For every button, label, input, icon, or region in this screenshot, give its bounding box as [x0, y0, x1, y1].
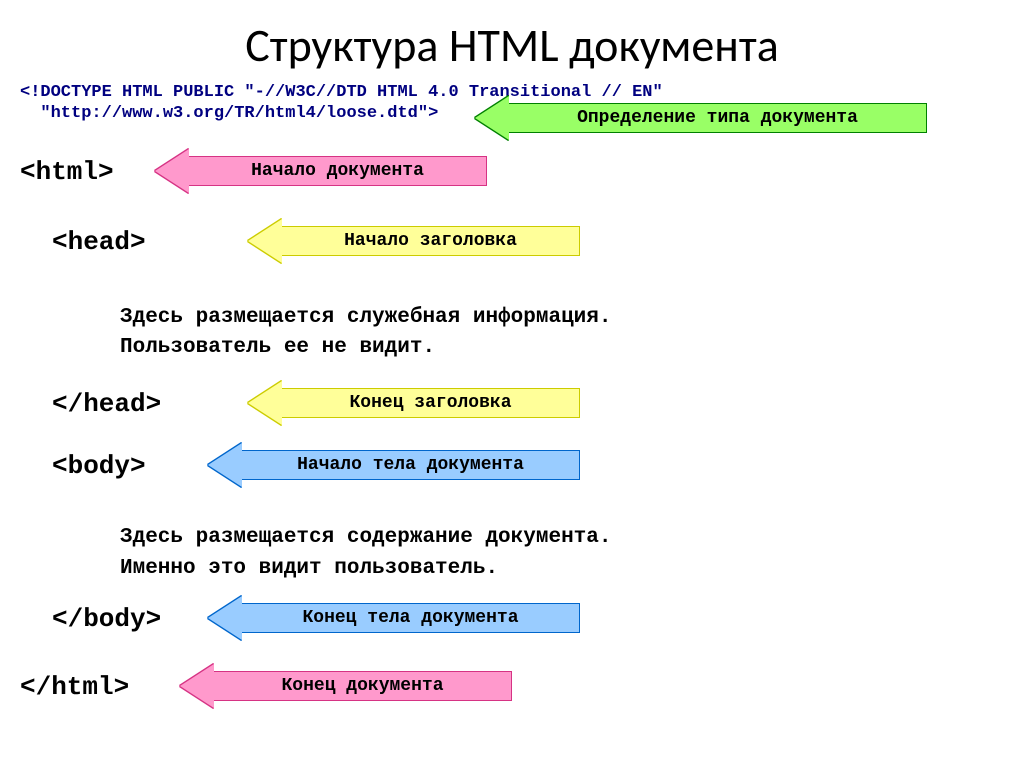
arrow-head-close: Конец заголовка [248, 385, 580, 421]
arrow-html-open: Начало документа [155, 153, 487, 189]
body-note-line-2: Именно это видит пользователь. [120, 554, 1004, 584]
tag-html-close: </html> [20, 672, 129, 702]
arrow-body-close: Конец тела документа [208, 600, 580, 636]
tag-head-open: <head> [52, 227, 146, 257]
tag-head-close: </head> [52, 389, 161, 419]
arrow-head-open: Начало заголовка [248, 223, 580, 259]
tag-body-open: <body> [52, 451, 146, 481]
tag-body-close: </body> [52, 604, 161, 634]
diagram-body: <!DOCTYPE HTML PUBLIC "-//W3C//DTD HTML … [0, 82, 1024, 714]
tag-html-open: <html> [20, 157, 114, 187]
head-note-line-2: Пользователь ее не видит. [120, 333, 1004, 363]
arrow-html-close: Конец документа [180, 668, 512, 704]
arrow-body-open: Начало тела документа [208, 447, 580, 483]
body-note-line-1: Здесь размещается содержание документа. [120, 523, 1004, 553]
arrow-doctype: Определение типа документа [475, 100, 927, 136]
page-title: Структура HTML документа [0, 0, 1024, 82]
head-note-line-1: Здесь размещается служебная информация. [120, 303, 1004, 333]
